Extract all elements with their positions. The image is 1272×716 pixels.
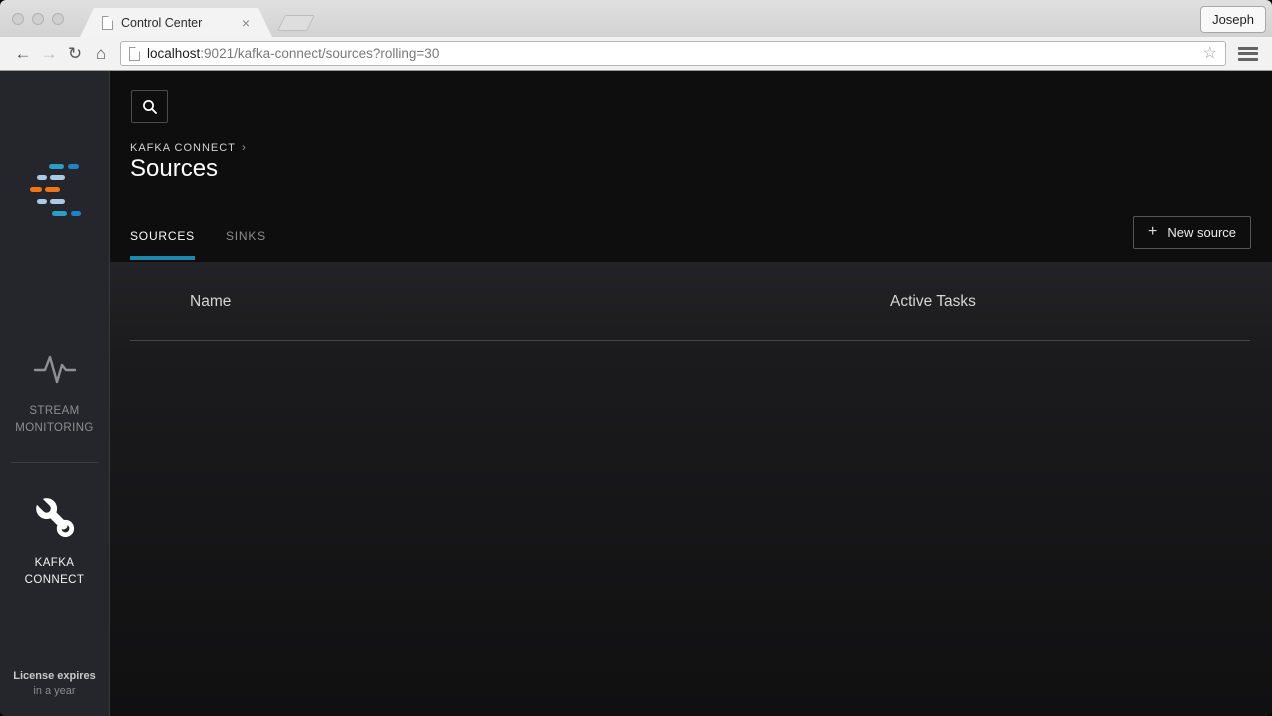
- browser-profile-button[interactable]: Joseph: [1200, 6, 1266, 33]
- search-button[interactable]: [131, 90, 168, 123]
- sidebar-item-stream-monitoring[interactable]: STREAM MONITORING: [0, 347, 109, 437]
- search-icon: [142, 99, 157, 114]
- sidebar-divider: [11, 462, 98, 463]
- menu-icon[interactable]: [1238, 44, 1258, 63]
- url-text: localhost:9021/kafka-connect/sources?rol…: [147, 46, 439, 61]
- sidebar-item-label: STREAM MONITORING: [15, 405, 94, 434]
- browser-toolbar: ← → ↻ ⌂ localhost:9021/kafka-connect/sou…: [0, 37, 1272, 71]
- favicon-document-icon: [102, 16, 113, 30]
- confluent-logo-icon[interactable]: [27, 161, 83, 219]
- sidebar-item-label: KAFKA CONNECT: [24, 557, 85, 586]
- tab-title: Control Center: [121, 15, 203, 30]
- browser-window: Control Center × Joseph ← → ↻ ⌂ localhos…: [0, 0, 1272, 716]
- tab-close-icon[interactable]: ×: [242, 16, 250, 30]
- pulse-icon: [33, 355, 76, 384]
- sidebar-item-kafka-connect[interactable]: KAFKA CONNECT: [0, 494, 109, 589]
- license-notice: License expires in a year: [13, 670, 96, 697]
- sources-sinks-tabs: SOURCES SINKS: [130, 229, 266, 260]
- page-security-icon[interactable]: [129, 46, 140, 61]
- minimize-window-button[interactable]: [32, 13, 44, 25]
- table-header-divider: [130, 340, 1250, 341]
- url-path: :9021/kafka-connect/sources?rolling=30: [200, 46, 440, 61]
- column-header-name: Name: [190, 293, 232, 310]
- main-content: KAFKA CONNECT › Sources SOURCES SINKS + N…: [110, 71, 1272, 716]
- address-bar[interactable]: localhost:9021/kafka-connect/sources?rol…: [120, 41, 1226, 66]
- new-tab-button[interactable]: [277, 15, 315, 31]
- breadcrumb[interactable]: KAFKA CONNECT ›: [130, 140, 246, 154]
- sources-table-panel: Name Active Tasks: [110, 262, 1272, 716]
- home-icon[interactable]: ⌂: [88, 45, 114, 62]
- bookmark-star-icon[interactable]: ☆: [1203, 45, 1217, 62]
- maximize-window-button[interactable]: [52, 13, 64, 25]
- page-title: Sources: [130, 155, 219, 182]
- column-header-active-tasks: Active Tasks: [890, 293, 976, 310]
- sidebar: STREAM MONITORING KAFKA CONNECT License …: [0, 71, 110, 716]
- forward-icon: →: [40, 44, 58, 63]
- back-icon[interactable]: ←: [10, 45, 36, 62]
- plus-icon: +: [1148, 223, 1158, 240]
- window-controls: [12, 13, 64, 25]
- chevron-right-icon: ›: [241, 140, 246, 154]
- close-window-button[interactable]: [12, 13, 24, 25]
- new-source-button[interactable]: + New source: [1133, 216, 1251, 249]
- browser-tab-control-center[interactable]: Control Center ×: [80, 8, 272, 37]
- breadcrumb-label[interactable]: KAFKA CONNECT: [130, 142, 236, 154]
- reload-icon[interactable]: ↻: [62, 45, 88, 62]
- tab-sources[interactable]: SOURCES: [130, 229, 195, 260]
- browser-tab-strip: Control Center × Joseph: [0, 0, 1272, 37]
- new-source-button-label: New source: [1167, 224, 1236, 240]
- wrench-icon: [31, 494, 74, 538]
- tab-sinks[interactable]: SINKS: [226, 229, 266, 260]
- url-host: localhost: [147, 46, 201, 61]
